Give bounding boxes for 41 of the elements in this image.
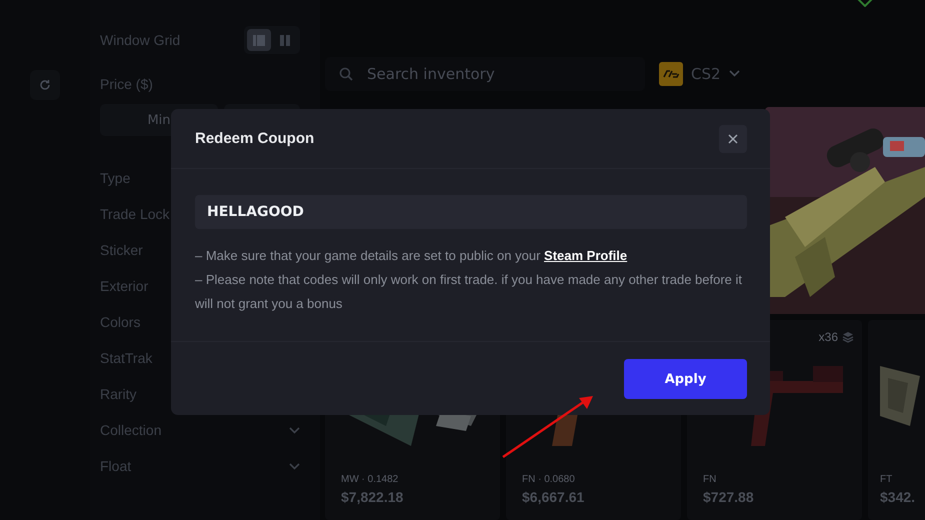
filter-label: Window Grid (100, 32, 180, 48)
chevron-icon (289, 426, 300, 434)
chevron-icon (728, 70, 740, 78)
narrow-grid-icon (279, 34, 291, 46)
search-icon (339, 66, 353, 81)
steam-profile-link[interactable]: Steam Profile (544, 248, 628, 263)
check-icon (857, 0, 873, 7)
stack-count: x36 (818, 330, 838, 344)
search-field[interactable]: Search inventory (325, 56, 645, 91)
wide-grid-icon (253, 34, 265, 46)
game-logo-icon (659, 62, 683, 86)
item-wear: MW · 0.1482 (341, 474, 400, 485)
apply-button[interactable]: Apply (624, 359, 747, 399)
item-price: $727.88 (703, 489, 755, 505)
filter-item[interactable]: Collection (100, 412, 300, 448)
filter-label: StatTrak (100, 350, 152, 366)
close-icon (728, 134, 738, 144)
game-selector[interactable]: CS2 (659, 62, 740, 86)
note-text: – Please note that codes will only work on first trade. if you have made any other trade before it will not grant you a bonus (195, 271, 744, 313)
filter-label: Rarity (100, 386, 137, 402)
filter-item[interactable]: Float (100, 448, 300, 484)
note-text: – Make sure that your game details are set to public on your Steam Profile (195, 247, 628, 265)
close-button[interactable] (719, 124, 747, 152)
filter-label: Float (100, 458, 132, 474)
item-wear: FN · 0.0680 (522, 474, 576, 485)
chevron-icon (289, 462, 300, 470)
stack-icon (842, 331, 854, 343)
item-wear: FN (703, 474, 718, 485)
search-input[interactable]: Search inventory (365, 64, 629, 84)
filter-label: Collection (100, 422, 162, 438)
item-wear: FT (880, 474, 894, 485)
coupon-field[interactable]: HELLAGOOD (195, 195, 747, 229)
filter-label: Price ($) (100, 76, 154, 92)
item-card[interactable]: FT $342. (868, 320, 925, 520)
item-price: $7,822.18 (341, 489, 404, 505)
refresh-button[interactable] (30, 70, 60, 100)
item-price: $6,667.61 (522, 489, 586, 505)
refresh-icon (39, 79, 51, 91)
filter-label: Type (100, 170, 130, 186)
item-price: $342. (880, 489, 916, 505)
grid-mode-button[interactable] (247, 29, 271, 51)
